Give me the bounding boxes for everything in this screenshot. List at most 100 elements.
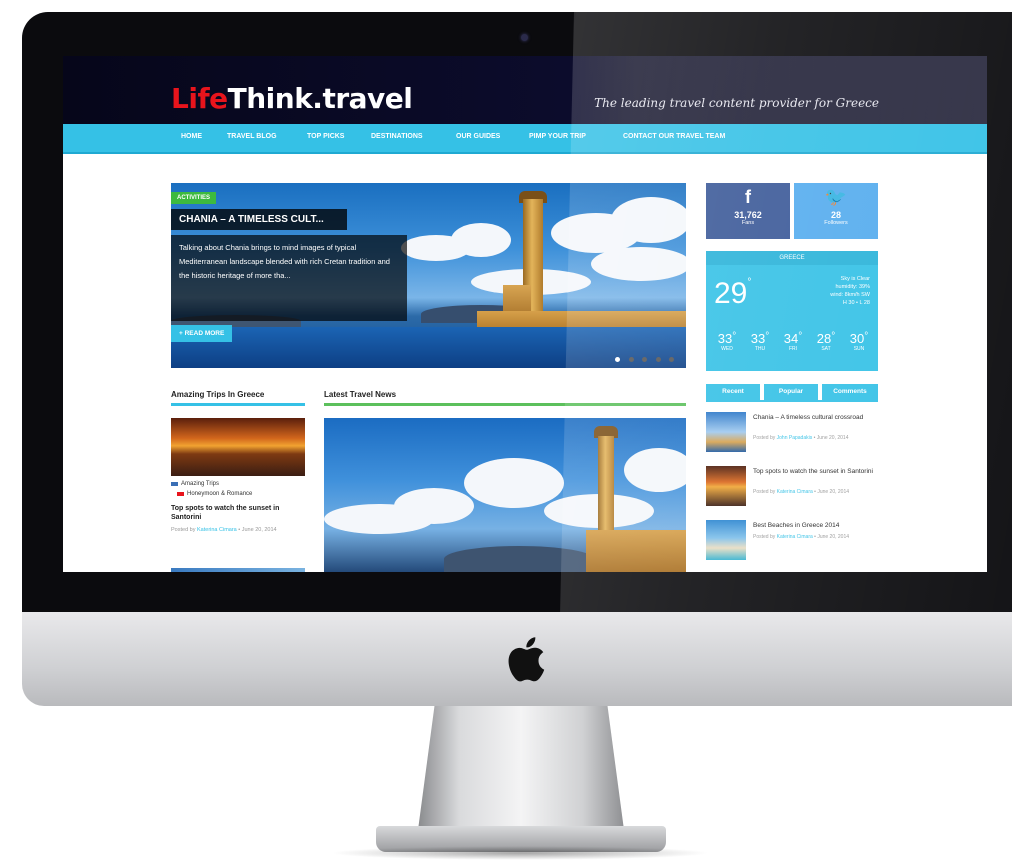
weather-details: Sky is Clear humidity: 39% wind: 8km/h S… [830, 275, 870, 307]
nav-item-top-picks[interactable]: Top Picks [307, 133, 344, 140]
heading-rule [324, 403, 686, 406]
post-thumbnail[interactable] [706, 520, 746, 560]
post-thumbnail[interactable] [706, 412, 746, 452]
forecast-day-name: Fri [788, 346, 798, 352]
cloud-shape [591, 247, 686, 281]
sidebar-post-title[interactable]: Chania – A timeless cultural crossroad [753, 414, 878, 422]
floor-shadow [330, 846, 710, 860]
amazing-trips-heading: Amazing Trips In Greece [171, 390, 265, 399]
imac-stand [418, 706, 624, 830]
post-date: June 20, 2014 [816, 435, 849, 441]
post-thumbnail[interactable] [706, 466, 746, 506]
forecast-temp: 34 [783, 331, 799, 346]
twitter-widget[interactable]: 🐦 28 Followers [794, 183, 878, 239]
forecast-day-name: Sat [821, 346, 831, 352]
forecast-day: 28° Sat [811, 331, 841, 352]
cloud-shape [464, 458, 564, 508]
site-logo[interactable]: LifeThink.travel [171, 82, 413, 115]
forecast-temp: 33 [717, 331, 733, 346]
website-screen: LifeThink.travel The leading travel cont… [63, 56, 987, 572]
camera-icon [521, 34, 528, 41]
read-more-label: Read More [184, 330, 225, 337]
post-author[interactable]: Katerina Cimara [197, 527, 237, 533]
post-author[interactable]: Katerina Cimara [777, 489, 813, 495]
site-tagline: The leading travel content provider for … [594, 96, 879, 110]
post-author[interactable]: Katerina Cimara [777, 534, 813, 540]
nav-item-destinations[interactable]: Destinations [371, 133, 423, 140]
meta-separator: • [814, 489, 816, 495]
category-tag[interactable]: Honeymoon & Romance [177, 491, 252, 497]
forecast-temp: 28 [816, 331, 832, 346]
facebook-label: Fans [741, 220, 755, 226]
facebook-icon: f [745, 187, 751, 207]
nav-item-home[interactable]: Home [181, 133, 202, 140]
post-author[interactable]: John Papadakis [777, 435, 813, 441]
sidebar-post-title[interactable]: Top spots to watch the sunset in Santori… [753, 468, 878, 476]
harbor-wall [586, 530, 686, 572]
tab-comments[interactable]: Comments [822, 384, 878, 400]
tab-popular[interactable]: Popular [764, 384, 818, 400]
hero-title[interactable]: CHANIA – A TIMELESS CULT... [171, 209, 347, 230]
post-meta-prefix: Posted by [753, 489, 776, 495]
category-label: Amazing Trips [181, 481, 220, 487]
cloud-shape [611, 197, 686, 243]
weather-widget: Greece 29° Sky is Clear humidity: 39% wi… [706, 251, 878, 371]
post-date: June 20, 2014 [241, 527, 277, 533]
forecast-day-name: Sun [853, 346, 865, 352]
category-marker [177, 492, 184, 496]
forecast-day-name: Thu [754, 346, 766, 352]
imac-mockup: LifeThink.travel The leading travel cont… [0, 0, 1012, 862]
forecast-day: 33° Thu [745, 331, 775, 352]
forecast-temp: 30 [849, 331, 865, 346]
cloud-shape [451, 223, 511, 257]
post-title[interactable]: Top spots to watch the sunset in Santori… [171, 504, 305, 522]
tab-recent[interactable]: Recent [706, 384, 760, 400]
slider-dot[interactable] [615, 357, 621, 362]
hero-slider[interactable]: Activities CHANIA – A TIMELESS CULT... T… [171, 183, 686, 368]
hill-shape [444, 546, 594, 572]
heading-rule [171, 403, 305, 406]
sidebar-post-title[interactable]: Best Beaches in Greece 2014 [753, 522, 878, 530]
category-tag[interactable]: Amazing Trips [171, 481, 219, 487]
next-post-thumbnail[interactable] [171, 568, 305, 572]
nav-item-contact[interactable]: Contact Our Travel Team [623, 133, 725, 140]
slider-dots [611, 349, 674, 367]
cloud-shape [394, 488, 474, 524]
slider-dot[interactable] [642, 357, 648, 362]
forecast-unit: ° [798, 331, 803, 342]
forecast-unit: ° [765, 331, 770, 342]
forecast-day: 34° Fri [778, 331, 808, 352]
sidebar-post-meta: Posted by Katerina Cimara • June 20, 201… [753, 489, 878, 496]
forecast-day-name: Wed [721, 346, 733, 352]
current-temperature: 29° [714, 277, 751, 311]
meta-separator: • [814, 534, 816, 540]
twitter-icon: 🐦 [824, 187, 848, 207]
category-badge[interactable]: Activities [171, 192, 217, 204]
meta-separator: • [238, 527, 241, 533]
nav-item-pimp-your-trip[interactable]: Pimp Your Trip [529, 133, 586, 140]
sunset-thumbnail[interactable] [171, 418, 305, 476]
nav-item-our-guides[interactable]: Our Guides [456, 133, 500, 140]
facebook-widget[interactable]: f 31,762 Fans [706, 183, 790, 239]
weather-location: Greece [706, 251, 878, 265]
slider-dot[interactable] [628, 357, 634, 362]
post-date: June 20, 2014 [817, 489, 850, 495]
forecast-day: 33° Wed [712, 331, 742, 352]
news-featured-image[interactable] [324, 418, 686, 572]
post-meta-prefix: Posted by [753, 435, 776, 441]
twitter-label: Followers [824, 220, 848, 226]
category-label: Honeymoon & Romance [187, 491, 253, 497]
post-meta-prefix: Posted by [753, 534, 776, 540]
weather-detail: wind: 8km/h SW [830, 292, 870, 298]
twitter-count: 28 [830, 210, 841, 220]
slider-dot[interactable] [655, 357, 661, 362]
weather-detail: humidity: 39% [835, 284, 870, 290]
cloud-shape [624, 448, 686, 492]
weather-forecast: 33° Wed 33° Thu 34° Fri 28° Sat 30° Su [712, 331, 874, 352]
nav-item-travel-blog[interactable]: Travel Blog [227, 133, 277, 140]
post-meta: Posted by Katerina Cimara • June 20, 201… [171, 526, 305, 534]
sidebar-post-meta: Posted by Katerina Cimara • June 20, 201… [753, 534, 878, 541]
read-more-button[interactable]: + Read More [171, 325, 233, 342]
slider-dot[interactable] [669, 357, 674, 362]
category-marker [171, 482, 178, 486]
